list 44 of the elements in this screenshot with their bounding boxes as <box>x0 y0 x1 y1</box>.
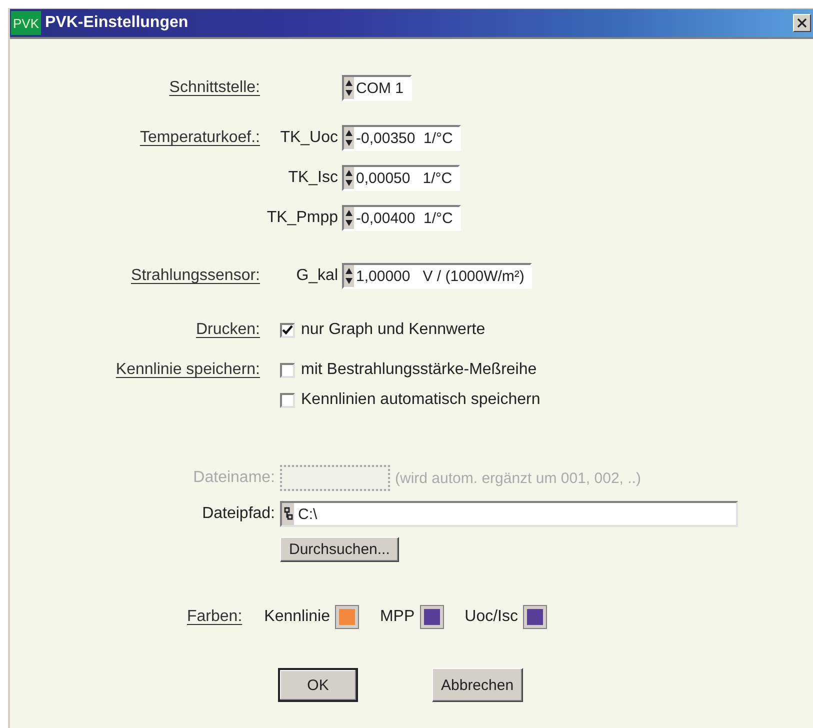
field-label: Farben: <box>187 608 242 626</box>
browse-button[interactable]: Durchsuchen... <box>280 537 399 562</box>
checkbox[interactable] <box>280 322 295 338</box>
spin-field[interactable]: COM 1 <box>342 75 412 101</box>
field-label: Dateiname: <box>192 469 275 487</box>
checkbox[interactable] <box>280 392 295 408</box>
field-label: Dateipfad: <box>201 505 275 523</box>
color-label: Kennlinie <box>264 608 330 626</box>
spin-field[interactable]: 0,00050 1/°C <box>342 165 460 191</box>
color-swatch[interactable] <box>420 606 443 628</box>
dialog-button[interactable]: Abbrechen <box>432 668 523 702</box>
parameter-label: TK_Isc <box>288 169 338 187</box>
checkbox-label: Kennlinien automatisch speichern <box>301 391 540 409</box>
color-swatch[interactable] <box>524 606 546 628</box>
field-label: Strahlungssensor: <box>131 267 260 285</box>
spin-arrows-icon[interactable] <box>344 167 354 189</box>
spin-arrows-icon[interactable] <box>344 207 354 229</box>
close-icon <box>797 18 807 28</box>
checkbox-label: mit Bestrahlungsstärke-Meßreihe <box>301 361 537 379</box>
color-label: Uoc/Isc <box>464 608 518 626</box>
spin-arrows-icon[interactable] <box>344 127 354 149</box>
field-label: Temperaturkoef.: <box>140 129 260 147</box>
parameter-label: G_kal <box>296 267 338 285</box>
checkbox[interactable] <box>280 362 295 378</box>
folder-tree-icon <box>282 503 294 525</box>
window-title: PVK-Einstellungen <box>45 14 190 32</box>
spin-arrows-icon[interactable] <box>344 77 354 99</box>
close-button[interactable] <box>793 14 811 32</box>
field-label: Kennlinie speichern: <box>116 361 260 379</box>
parameter-label: TK_Uoc <box>280 129 338 147</box>
color-label: MPP <box>380 608 415 626</box>
field-label: Drucken: <box>196 321 260 339</box>
color-swatch[interactable] <box>336 606 358 628</box>
spin-field[interactable]: -0,00350 1/°C <box>342 125 461 151</box>
app-icon: PVK <box>11 11 42 35</box>
spin-arrows-icon[interactable] <box>344 265 354 287</box>
path-field[interactable]: C:\ <box>280 501 738 527</box>
spin-field[interactable]: -0,00400 1/°C <box>342 205 461 231</box>
field-label: Schnittstelle: <box>169 79 260 97</box>
hint-text: (wird autom. ergänzt um 001, 002, ..) <box>395 470 641 486</box>
parameter-label: TK_Pmpp <box>266 209 338 227</box>
dialog-button[interactable]: OK <box>278 668 358 702</box>
spin-field[interactable]: 1,00000 V / (1000W/m²) <box>342 263 532 289</box>
checkbox-label: nur Graph und Kennwerte <box>301 321 486 339</box>
